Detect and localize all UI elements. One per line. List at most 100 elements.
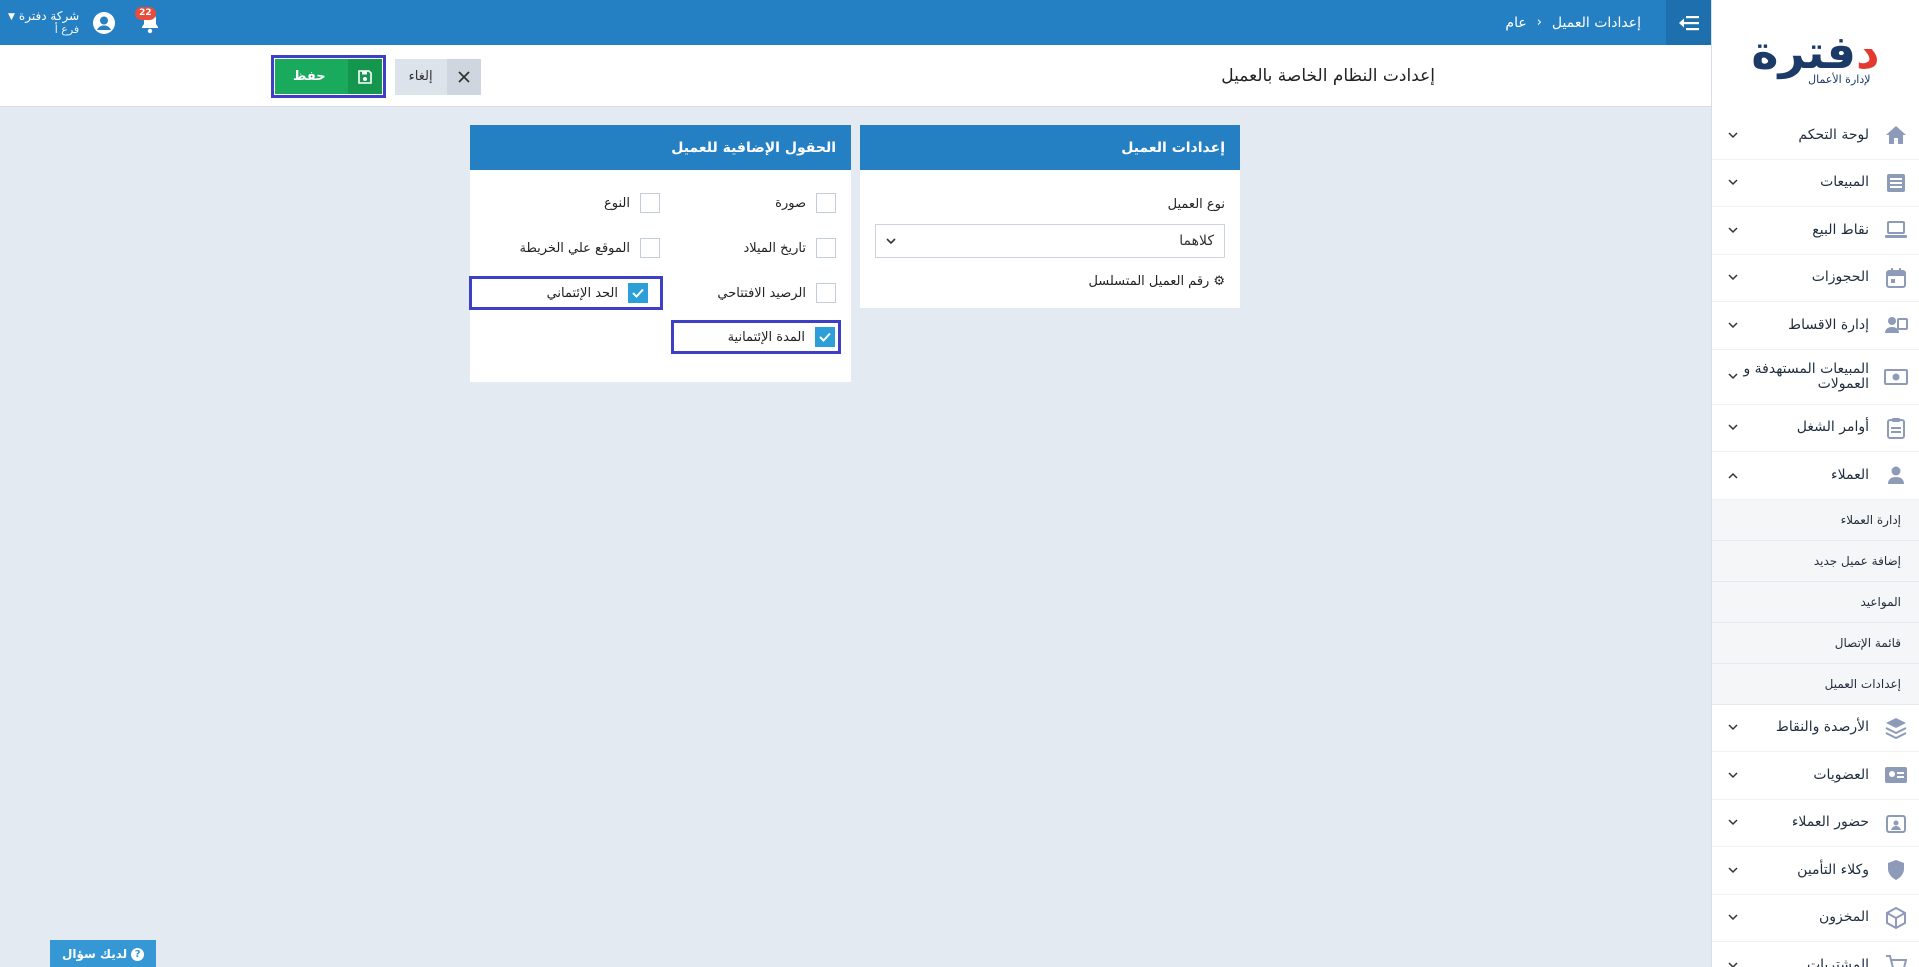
sidebar-item-label: المشتريات [1806, 956, 1869, 967]
logo[interactable]: دفترة لإدارة الأعمال [1712, 0, 1919, 112]
gender-label: النوع [604, 195, 630, 211]
cancel-button[interactable]: إلغاء [394, 58, 481, 95]
gender-checkbox[interactable] [640, 193, 660, 213]
sidebar-toggle-button[interactable] [1666, 0, 1711, 45]
submenu-appointments[interactable]: المواعيد [1712, 582, 1919, 623]
page-header: حفظ إلغاء إعدادت النظام الخاصة بالعميل [0, 45, 1711, 107]
sidebar-item-work-orders[interactable]: أوامر الشغل [1712, 405, 1919, 452]
chevron-down-icon [1726, 128, 1740, 142]
field-birthdate: تاريخ الميلاد [743, 230, 836, 266]
logo-tagline: لإدارة الأعمال [1808, 72, 1871, 86]
check-icon [819, 332, 831, 342]
birthdate-checkbox[interactable] [816, 238, 836, 258]
save-button[interactable]: حفظ [275, 59, 382, 94]
sidebar-item-pos[interactable]: نقاط البيع [1712, 207, 1919, 255]
chevron-down-icon [1726, 176, 1740, 190]
opening-balance-label: الرصيد الافتتاحي [717, 285, 806, 301]
opening-balance-checkbox[interactable] [816, 283, 836, 303]
submenu-client-settings[interactable]: إعدادات العميل [1712, 664, 1919, 705]
sidebar-item-label: الحجوزات [1811, 269, 1869, 286]
field-photo: صورة [775, 185, 836, 221]
chevron-down-icon [1726, 421, 1740, 435]
sidebar-item-label: الأرصدة والنقاط [1775, 719, 1869, 736]
sidebar-item-clients[interactable]: العملاء [1712, 452, 1919, 500]
client-type-value: كلاهما [1179, 233, 1214, 249]
sidebar-item-label: العضويات [1813, 766, 1869, 783]
field-credit-period: المدة الإئتمانية [671, 320, 841, 354]
credit-period-checkbox[interactable] [815, 327, 835, 347]
birthdate-label: تاريخ الميلاد [743, 240, 806, 256]
sidebar-item-insurance-agents[interactable]: وكلاء التأمين [1712, 847, 1919, 895]
gear-icon: ⚙ [1213, 274, 1225, 289]
company-switcher[interactable]: شركة دفترة فرع أ [19, 9, 80, 36]
floppy-disk-icon [347, 59, 382, 94]
sidebar-item-label: العملاء [1831, 466, 1869, 483]
credit-period-label: المدة الإئتمانية [727, 329, 805, 345]
client-type-select[interactable]: كلاهما [875, 224, 1225, 258]
chevron-down-icon [1726, 768, 1740, 782]
chevron-down-icon [1726, 721, 1740, 735]
box-icon [1883, 905, 1909, 931]
membership-icon [1883, 762, 1909, 788]
sidebar-item-label: المبيعات [1820, 174, 1869, 191]
extra-fields-title: الحقول الإضافية للعميل [470, 125, 851, 170]
chevron-down-icon [1726, 911, 1740, 925]
field-map-location: الموقع علي الخريطة [520, 230, 660, 266]
company-caret-icon[interactable]: ▼ [8, 12, 15, 22]
credit-limit-checkbox[interactable] [628, 283, 648, 303]
sidebar-item-sales[interactable]: المبيعات [1712, 160, 1919, 207]
user-icon [1883, 462, 1909, 488]
map-location-checkbox[interactable] [640, 238, 660, 258]
client-serial-number-label: رقم العميل المتسلسل [1088, 274, 1210, 289]
chevron-down-icon [1726, 816, 1740, 830]
submenu-add-client[interactable]: إضافة عميل جديد [1712, 541, 1919, 582]
breadcrumb-item-settings[interactable]: إعدادات العميل [1552, 15, 1641, 31]
home-icon [1883, 122, 1909, 148]
notifications-count-badge: 22 [135, 6, 156, 20]
check-icon [632, 288, 644, 298]
photo-checkbox[interactable] [816, 193, 836, 213]
money-icon [1883, 364, 1909, 390]
sidebar-item-label: حضور العملاء [1791, 814, 1869, 831]
sidebar-item-label: أوامر الشغل [1796, 419, 1869, 436]
laptop-icon [1883, 217, 1909, 243]
breadcrumb: إعدادات العميل ‹ عام [1505, 0, 1641, 45]
sidebar-item-dashboard[interactable]: لوحة التحكم [1712, 112, 1919, 160]
sidebar: دفترة لإدارة الأعمال لوحة التحكم المبيعا… [1711, 0, 1919, 967]
calendar-icon [1883, 265, 1909, 291]
save-label: حفظ [293, 69, 326, 84]
submenu-contact-list[interactable]: قائمة الإتصال [1712, 623, 1919, 664]
user-block: ▼ شركة دفترة فرع أ 22 [8, 0, 163, 45]
sidebar-item-purchases[interactable]: المشتريات [1712, 942, 1919, 967]
chevron-down-icon [1726, 318, 1740, 332]
client-type-label: نوع العميل [1167, 197, 1225, 212]
sidebar-item-bookings[interactable]: الحجوزات [1712, 255, 1919, 302]
submenu-manage-clients[interactable]: إدارة العملاء [1712, 500, 1919, 541]
top-bar: ▼ شركة دفترة فرع أ 22 إعدادات العميل ‹ ع… [0, 0, 1711, 45]
close-icon [446, 58, 481, 95]
help-question-button[interactable]: ? لديك سؤال [50, 940, 157, 967]
breadcrumb-item-general[interactable]: عام [1505, 15, 1526, 31]
chevron-up-icon [1726, 468, 1740, 482]
sidebar-item-label: المبيعات المستهدفة و العمولات [1743, 360, 1869, 392]
sidebar-item-inventory[interactable]: المخزون [1712, 895, 1919, 942]
sidebar-item-client-attendance[interactable]: حضور العملاء [1712, 800, 1919, 847]
sidebar-item-memberships[interactable]: العضويات [1712, 752, 1919, 800]
sidebar-item-installments[interactable]: إدارة الاقساط [1712, 302, 1919, 350]
notifications-bell-icon[interactable]: 22 [135, 6, 163, 36]
chevron-down-icon [886, 238, 896, 245]
user-avatar-icon[interactable] [91, 10, 117, 36]
sidebar-item-balances-points[interactable]: الأرصدة والنقاط [1712, 705, 1919, 752]
credit-limit-label: الحد الإئتماني [546, 285, 618, 301]
question-mark-icon: ? [131, 947, 145, 961]
cancel-label: إلغاء [408, 69, 433, 84]
clipboard-icon [1883, 415, 1909, 441]
client-settings-title: إعدادات العميل [860, 125, 1240, 170]
help-label: لديك سؤال [62, 947, 128, 961]
logo-wordmark: دفترة [1751, 24, 1880, 79]
layers-icon [1883, 715, 1909, 741]
client-serial-number-link[interactable]: ⚙ رقم العميل المتسلسل [1088, 274, 1225, 289]
sidebar-item-label: نقاط البيع [1812, 221, 1869, 238]
branch-name: فرع أ [54, 22, 80, 36]
sidebar-item-targets-commissions[interactable]: المبيعات المستهدفة و العمولات [1712, 350, 1919, 405]
